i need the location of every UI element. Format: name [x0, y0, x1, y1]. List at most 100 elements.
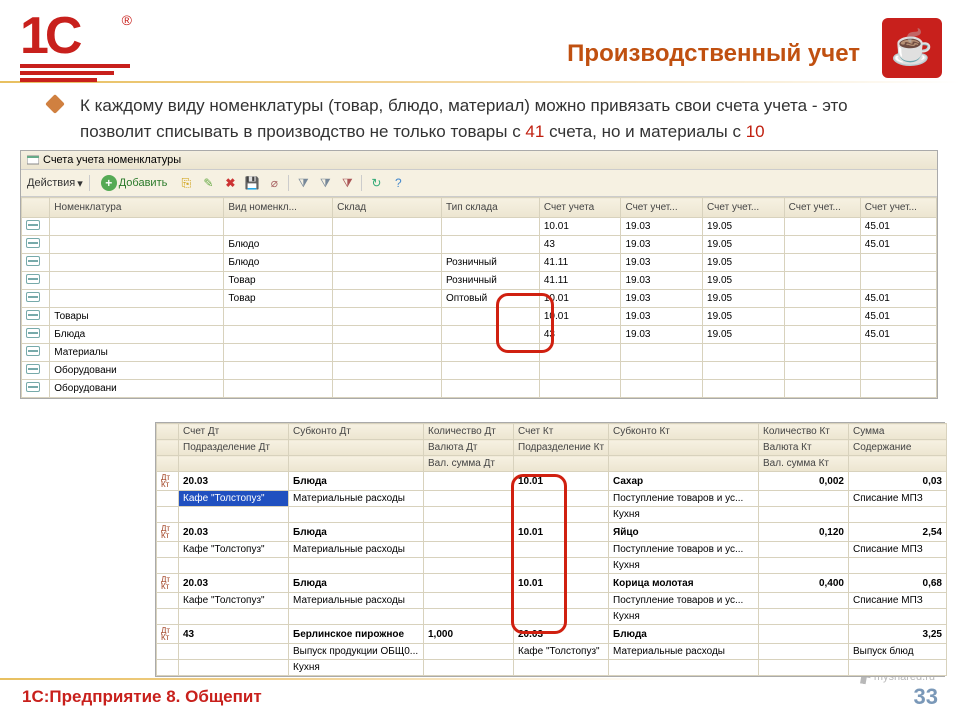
table-row[interactable]: Кухня — [157, 558, 947, 574]
table-row[interactable]: Товары10.0119.0319.0545.01 — [22, 308, 937, 326]
column-header[interactable]: Содержание — [849, 440, 947, 456]
column-header[interactable]: Счет учета — [539, 198, 621, 218]
bullet-icon — [45, 94, 65, 114]
delete-icon[interactable]: ✖ — [222, 175, 238, 191]
table-row[interactable]: Оборудовани — [22, 380, 937, 398]
table-row[interactable]: ДтКт43Берлинское пирожное1,00020.03Блюда… — [157, 625, 947, 644]
column-header[interactable] — [849, 456, 947, 472]
table-row[interactable]: Кухня — [157, 507, 947, 523]
column-header[interactable]: Подразделение Дт — [179, 440, 289, 456]
table-row[interactable]: БлюдоРозничный41.1119.0319.05 — [22, 254, 937, 272]
table-row[interactable]: Кухня — [157, 609, 947, 625]
intro-text: К каждому виду номенклатуры (товар, блюд… — [0, 93, 960, 144]
column-header[interactable] — [609, 456, 759, 472]
footer-separator — [0, 678, 960, 680]
column-header[interactable]: Счет учет... — [621, 198, 703, 218]
column-header[interactable]: Счет Дт — [179, 424, 289, 440]
table-row[interactable]: Блюдо4319.0319.0545.01 — [22, 236, 937, 254]
entry-icon: ДтКт — [161, 575, 170, 591]
column-header[interactable]: Количество Кт — [759, 424, 849, 440]
column-header[interactable] — [179, 456, 289, 472]
row-icon — [26, 346, 40, 356]
table-row[interactable]: 10.0119.0319.0545.01 — [22, 218, 937, 236]
edit-icon[interactable]: ✎ — [200, 175, 216, 191]
entry-icon: ДтКт — [161, 524, 170, 540]
column-header[interactable] — [22, 198, 50, 218]
column-header[interactable]: Субконто Дт — [289, 424, 424, 440]
mark-icon[interactable]: ⌀ — [266, 175, 282, 191]
header: 1C ® Производственный учет ☕ — [0, 0, 960, 75]
row-icon — [26, 274, 40, 284]
row-icon — [26, 310, 40, 320]
table-row[interactable]: Кафе "Толстопуз"Материальные расходыПост… — [157, 542, 947, 558]
row-icon — [26, 364, 40, 374]
accounts-grid[interactable]: НоменклатураВид номенкл...СкладТип склад… — [21, 197, 937, 398]
help-icon[interactable]: ? — [390, 175, 406, 191]
window-title: Счета учета номенклатуры — [43, 154, 181, 166]
table-row[interactable]: Материалы — [22, 344, 937, 362]
clear-filter-icon[interactable]: ⧩ — [339, 175, 355, 191]
window-icon — [27, 154, 39, 166]
entries-grid[interactable]: Счет ДтСубконто ДтКоличество ДтСчет КтСу… — [156, 423, 947, 676]
logo-1c: 1C ® — [20, 10, 130, 70]
column-header[interactable] — [157, 424, 179, 440]
column-header[interactable]: Счет учет... — [784, 198, 860, 218]
window-title-bar: Счета учета номенклатуры — [21, 151, 937, 170]
refresh-icon[interactable]: ↻ — [368, 175, 384, 191]
page-title: Производственный учет — [567, 40, 860, 68]
table-row[interactable]: ДтКт20.03Блюда10.01Сахар0,0020,03 — [157, 472, 947, 491]
column-header[interactable]: Подразделение Кт — [514, 440, 609, 456]
table-row[interactable]: Выпуск продукции ОБЩ0...Кафе "Толстопуз"… — [157, 644, 947, 660]
toolbar: Действия ▾ + Добавить ⎘ ✎ ✖ 💾 ⌀ ⧩ ⧩ ⧩ ↻ … — [21, 170, 937, 197]
column-header[interactable]: Счет учет... — [703, 198, 785, 218]
row-icon — [26, 220, 40, 230]
row-icon — [26, 382, 40, 392]
window-entries: Счет ДтСубконто ДтКоличество ДтСчет КтСу… — [155, 422, 945, 677]
add-button[interactable]: + Добавить — [96, 173, 173, 193]
table-row[interactable]: Блюда4319.0319.0545.01 — [22, 326, 937, 344]
copy-icon[interactable]: ⎘ — [178, 175, 194, 191]
table-row[interactable]: ТоварОптовый10.0119.0319.0545.01 — [22, 290, 937, 308]
column-header[interactable]: Валюта Кт — [759, 440, 849, 456]
row-icon — [26, 328, 40, 338]
separator — [0, 81, 960, 83]
footer-product: 1С:Предприятие 8. Общепит — [22, 687, 262, 707]
page-number: 33 — [914, 684, 938, 710]
column-header[interactable]: Тип склада — [441, 198, 539, 218]
column-header[interactable]: Номенклатура — [50, 198, 224, 218]
save-icon[interactable]: 💾 — [244, 175, 260, 191]
column-header[interactable]: Количество Дт — [424, 424, 514, 440]
window-accounts: Счета учета номенклатуры Действия ▾ + До… — [20, 150, 938, 399]
column-header[interactable]: Склад — [333, 198, 442, 218]
table-row[interactable]: ДтКт20.03Блюда10.01Яйцо0,1202,54 — [157, 523, 947, 542]
column-header[interactable] — [289, 440, 424, 456]
table-row[interactable]: Кухня — [157, 660, 947, 676]
row-icon — [26, 256, 40, 266]
entry-icon: ДтКт — [161, 626, 170, 642]
table-row[interactable]: ДтКт20.03Блюда10.01Корица молотая0,4000,… — [157, 574, 947, 593]
table-row[interactable]: Оборудовани — [22, 362, 937, 380]
entry-icon: ДтКт — [161, 473, 170, 489]
plus-icon: + — [101, 175, 117, 191]
column-header[interactable]: Счет учет... — [860, 198, 936, 218]
table-row[interactable]: Кафе "Толстопуз"Материальные расходыПост… — [157, 491, 947, 507]
actions-menu[interactable]: Действия ▾ — [27, 177, 83, 190]
column-header[interactable] — [289, 456, 424, 472]
filter-icon[interactable]: ⧩ — [295, 175, 311, 191]
column-header[interactable] — [609, 440, 759, 456]
filter2-icon[interactable]: ⧩ — [317, 175, 333, 191]
footer: 1С:Предприятие 8. Общепит 33 — [0, 684, 960, 710]
column-header[interactable] — [157, 440, 179, 456]
column-header[interactable]: Субконто Кт — [609, 424, 759, 440]
column-header[interactable]: Валюта Дт — [424, 440, 514, 456]
table-row[interactable]: Кафе "Толстопуз"Материальные расходыПост… — [157, 593, 947, 609]
column-header[interactable]: Вал. сумма Дт — [424, 456, 514, 472]
column-header[interactable]: Сумма — [849, 424, 947, 440]
column-header[interactable]: Вид номенкл... — [224, 198, 333, 218]
column-header[interactable]: Счет Кт — [514, 424, 609, 440]
row-icon — [26, 238, 40, 248]
table-row[interactable]: ТоварРозничный41.1119.0319.05 — [22, 272, 937, 290]
column-header[interactable]: Вал. сумма Кт — [759, 456, 849, 472]
column-header[interactable] — [157, 456, 179, 472]
column-header[interactable] — [514, 456, 609, 472]
